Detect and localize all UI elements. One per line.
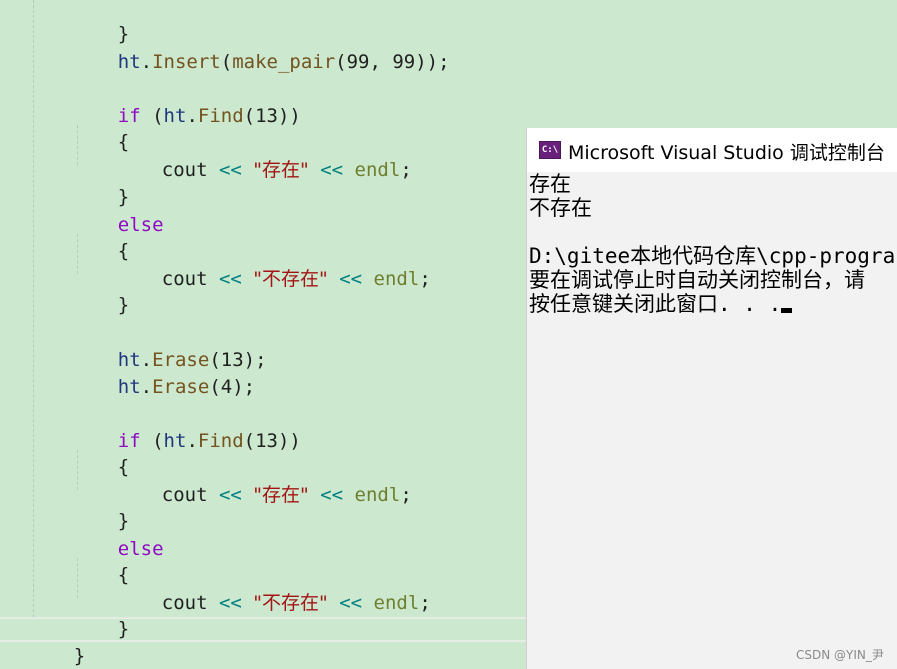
console-output-line: D:\gitee本地代码仓库\cpp-progra <box>529 244 896 268</box>
stream-operator: << <box>327 268 374 290</box>
condition-open: ( <box>140 430 164 452</box>
stream-operator: << <box>308 159 355 181</box>
code-line[interactable]: ht.Erase(13); <box>72 320 267 371</box>
code-line[interactable]: { <box>72 102 129 153</box>
code-line[interactable]: ht.Erase(4); <box>72 347 255 398</box>
condition-open: ( <box>140 105 164 127</box>
stream-operator: << <box>207 484 254 506</box>
member-dot: . <box>186 105 198 127</box>
function-erase: Erase <box>152 376 210 398</box>
debug-console-window[interactable]: C:\ Microsoft Visual Studio 调试控制台 存在 不存在… <box>526 128 897 669</box>
variable-cout: cout <box>161 484 208 506</box>
stream-operator: << <box>327 592 374 614</box>
console-window-title: Microsoft Visual Studio 调试控制台 <box>568 142 885 164</box>
object-ht: ht <box>163 105 187 127</box>
console-cursor <box>781 308 793 313</box>
object-ht: ht <box>117 376 141 398</box>
code-line[interactable]: { <box>72 427 129 478</box>
manipulator-endl: endl <box>354 484 401 506</box>
console-output-line: 存在 <box>529 172 571 196</box>
statement-end: ; <box>400 159 412 181</box>
code-line[interactable]: else <box>72 185 164 236</box>
function-find: Find <box>197 430 244 452</box>
member-dot: . <box>140 51 153 73</box>
console-output-line: 要在调试停止时自动关闭控制台，请 <box>529 268 865 292</box>
variable-cout: cout <box>161 268 208 290</box>
watermark: CSDN @YIN_尹 <box>796 648 884 662</box>
indent-guide <box>33 0 34 617</box>
code-line[interactable]: } <box>72 481 129 532</box>
code-line[interactable]: if (ht.Find(13)) <box>72 76 301 127</box>
variable-cout: cout <box>161 592 208 614</box>
function-find: Find <box>197 105 244 127</box>
variable-cout: cout <box>161 159 208 181</box>
call-arguments: (13)) <box>243 105 301 127</box>
string-literal: "不存在" <box>253 268 328 290</box>
manipulator-endl: endl <box>354 159 401 181</box>
console-prompt-line: 按任意键关闭此窗口. . . <box>529 292 897 316</box>
code-line[interactable]: cout << "存在" << endl; <box>116 455 412 506</box>
stream-operator: << <box>207 159 254 181</box>
stream-operator: << <box>207 592 254 614</box>
code-line[interactable]: if (ht.Find(13)) <box>72 401 301 452</box>
object-ht: ht <box>117 51 141 73</box>
function-make-pair: make_pair <box>232 51 336 73</box>
object-ht: ht <box>163 430 187 452</box>
code-line[interactable]: } <box>72 589 129 640</box>
manipulator-endl: endl <box>373 592 420 614</box>
closing-brace: } <box>117 294 130 316</box>
code-line[interactable]: cout << "存在" << endl; <box>116 130 412 181</box>
closing-brace: } <box>73 645 86 667</box>
code-line[interactable]: cout << "不存在" << endl; <box>116 563 431 614</box>
code-line[interactable]: ht.Insert(make_pair(99, 99)); <box>72 22 450 73</box>
closing-brace: } <box>117 618 130 640</box>
code-line[interactable]: { <box>72 211 129 262</box>
code-line[interactable]: } <box>72 265 129 316</box>
string-literal: "存在" <box>253 484 309 506</box>
console-output-line: 不存在 <box>529 196 592 220</box>
console-prompt-text: 按任意键关闭此窗口. . . <box>529 292 782 316</box>
console-titlebar[interactable]: C:\ Microsoft Visual Studio 调试控制台 <box>527 128 897 172</box>
call-arguments: (4); <box>209 376 256 398</box>
member-dot: . <box>140 376 153 398</box>
code-line[interactable]: { <box>72 535 129 586</box>
code-line[interactable]: cout << "不存在" << endl; <box>116 239 431 290</box>
call-arguments: (99, 99)); <box>335 51 450 73</box>
statement-end: ; <box>419 592 431 614</box>
code-line[interactable]: } <box>72 157 129 208</box>
stream-operator: << <box>207 268 254 290</box>
code-line[interactable]: } <box>28 616 85 667</box>
statement-end: ; <box>419 268 431 290</box>
code-line[interactable]: } <box>72 0 129 45</box>
manipulator-endl: endl <box>373 268 420 290</box>
function-insert: Insert <box>152 51 221 73</box>
console-app-icon: C:\ <box>539 141 561 159</box>
console-output[interactable]: 存在 不存在 D:\gitee本地代码仓库\cpp-progra 要在调试停止时… <box>529 172 897 316</box>
code-line[interactable]: else <box>72 509 164 560</box>
paren-open: ( <box>220 51 233 73</box>
member-dot: . <box>186 430 198 452</box>
string-literal: "不存在" <box>253 592 328 614</box>
stream-operator: << <box>308 484 355 506</box>
statement-end: ; <box>400 484 412 506</box>
string-literal: "存在" <box>253 159 309 181</box>
call-arguments: (13)) <box>243 430 301 452</box>
